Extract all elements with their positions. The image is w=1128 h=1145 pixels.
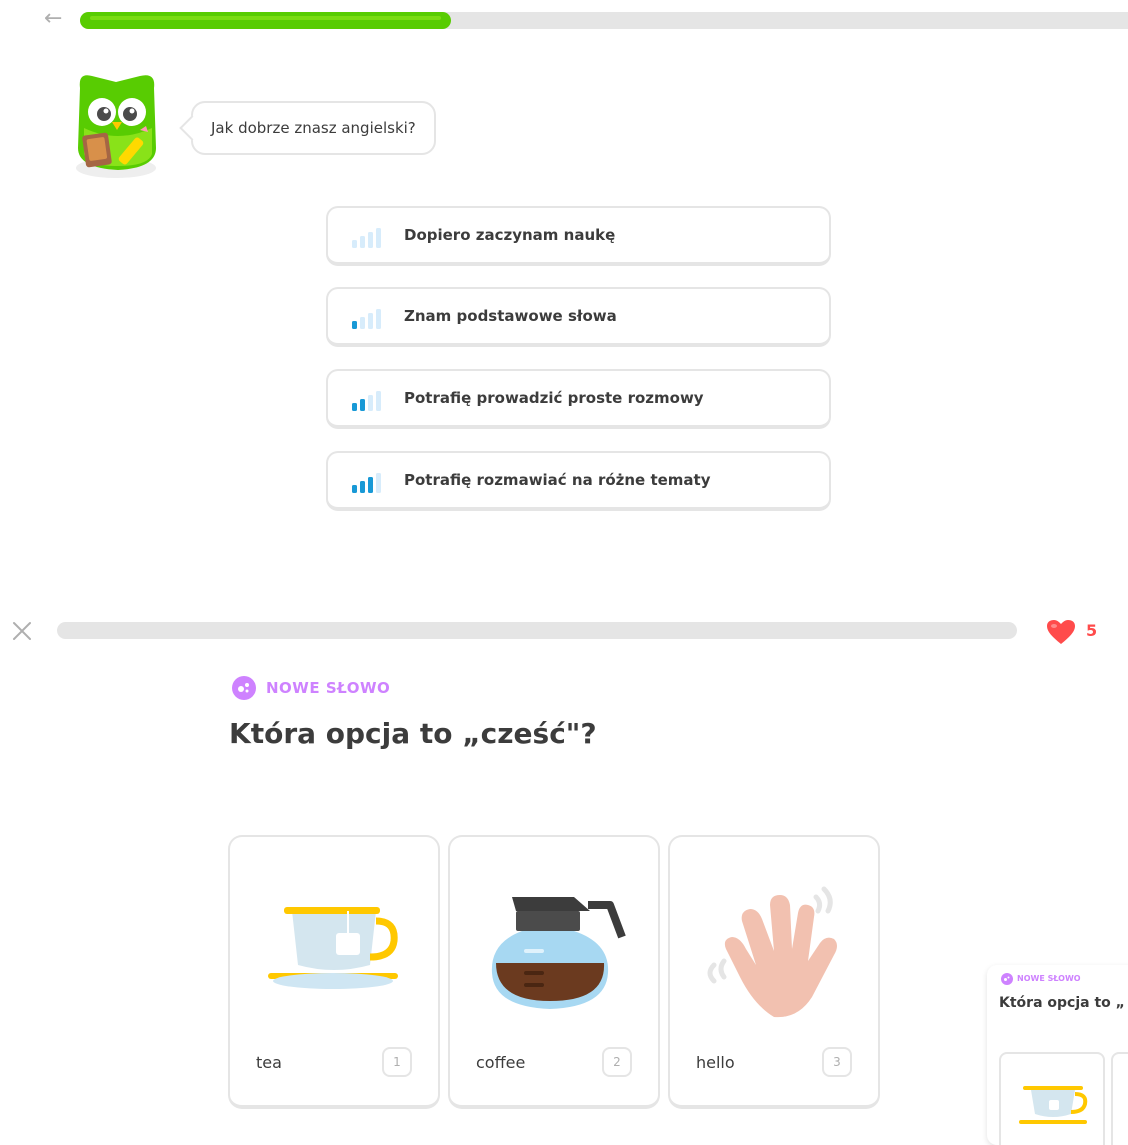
signal-bars-2-icon	[352, 391, 381, 411]
preview-choice-card	[1111, 1052, 1128, 1145]
owl-mascot-icon	[76, 75, 156, 178]
speech-bubble: Jak dobrze znasz angielski?	[191, 101, 436, 155]
level-option-basic-words[interactable]: Znam podstawowe słowa	[326, 287, 831, 347]
level-option-simple-conversations[interactable]: Potrafię prowadzić proste rozmowy	[326, 369, 831, 429]
choice-word: coffee	[476, 1053, 526, 1072]
signal-bars-1-icon	[352, 309, 381, 329]
level-option-various-topics[interactable]: Potrafię rozmawiać na różne tematy	[326, 451, 831, 511]
waving-hand-icon	[707, 886, 837, 1018]
choice-card-hello[interactable]: hello 3	[668, 835, 880, 1109]
placement-progress-fill	[80, 12, 451, 29]
new-word-label: NOWE SŁOWO	[266, 679, 391, 697]
choice-card-coffee[interactable]: coffee 2	[448, 835, 660, 1109]
choice-key-hint: 2	[602, 1047, 632, 1077]
question-title: Która opcja to „cześć"?	[229, 717, 597, 750]
close-icon[interactable]	[10, 619, 34, 643]
level-option-label: Znam podstawowe słowa	[404, 307, 617, 325]
preview-thumbnail: NOWE SŁOWO Która opcja to „	[987, 965, 1128, 1145]
lesson-progress-bar	[57, 622, 1017, 639]
choice-card-tea[interactable]: tea 1	[228, 835, 440, 1109]
new-word-icon	[1001, 973, 1013, 985]
preview-title: Która opcja to „	[999, 995, 1125, 1011]
level-option-label: Potrafię rozmawiać na różne tematy	[404, 471, 711, 489]
signal-bars-3-icon	[352, 473, 381, 493]
level-option-beginner[interactable]: Dopiero zaczynam naukę	[326, 206, 831, 266]
choice-word: tea	[256, 1053, 282, 1072]
level-option-label: Dopiero zaczynam naukę	[404, 226, 616, 244]
hearts-count: 5	[1086, 621, 1098, 640]
new-word-icon	[232, 676, 256, 700]
choice-word: hello	[696, 1053, 735, 1072]
preview-choice-card	[999, 1052, 1105, 1145]
teacup-icon	[1019, 1086, 1088, 1124]
preview-badge-label: NOWE SŁOWO	[1017, 974, 1081, 983]
teacup-icon	[268, 907, 398, 989]
placement-progress-bar	[80, 12, 1128, 29]
coffee-pot-icon	[491, 897, 626, 1009]
back-arrow-icon[interactable]: ←	[44, 8, 66, 30]
choice-key-hint: 3	[822, 1047, 852, 1077]
choice-key-hint: 1	[382, 1047, 412, 1077]
heart-icon	[1047, 620, 1075, 644]
placement-prompt: Jak dobrze znasz angielski?	[211, 119, 416, 137]
level-option-label: Potrafię prowadzić proste rozmowy	[404, 389, 704, 407]
signal-bars-0-icon	[352, 228, 381, 248]
